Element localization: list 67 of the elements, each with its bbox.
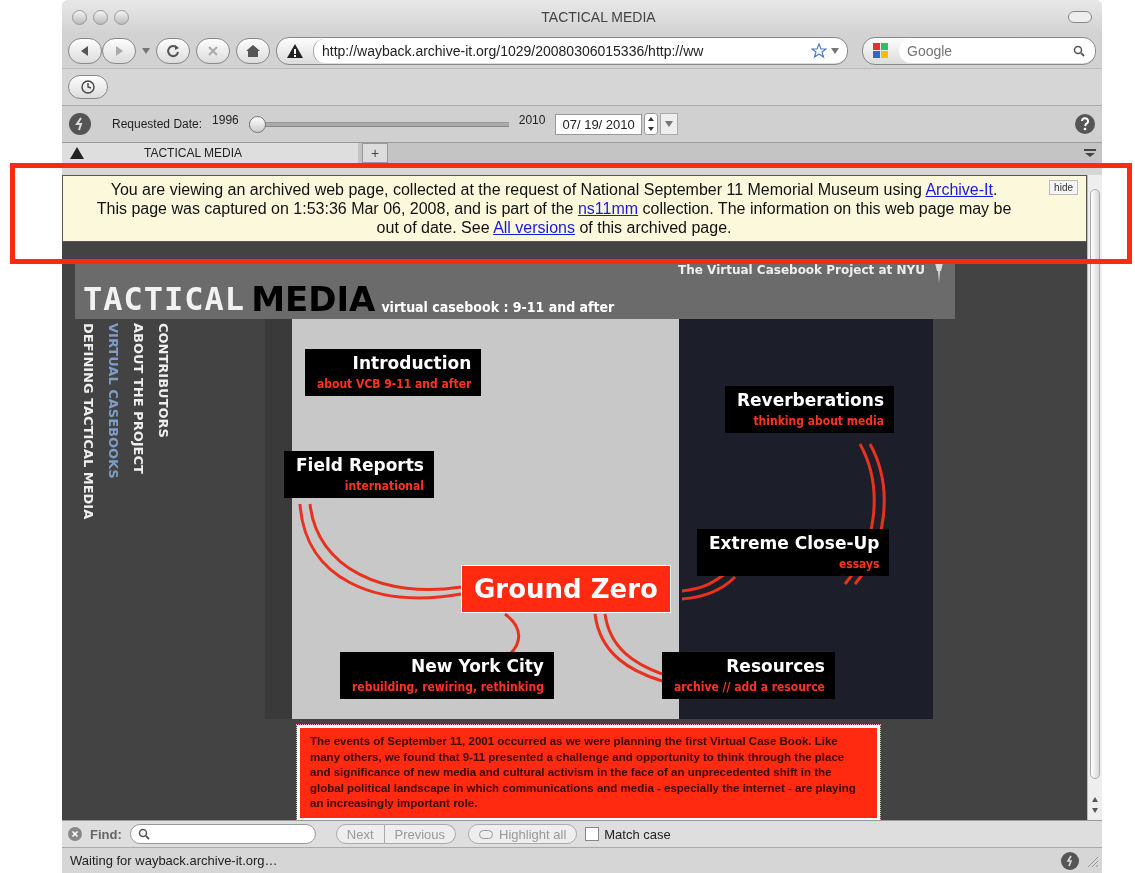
section-link[interactable]: Reverberations thinking about media xyxy=(725,386,895,433)
vertical-scrollbar[interactable] xyxy=(1087,175,1102,820)
section-link[interactable]: Field Reports international xyxy=(284,451,434,498)
match-case-label: Match case xyxy=(604,826,671,842)
history-button[interactable] xyxy=(68,75,108,99)
back-button[interactable] xyxy=(68,38,102,64)
intro-text: The events of September 11, 2001 occurred as we were planning the first Virtual Case Book. Like many others, we found that 9-11 presented a challenge and opportunity to think through the place and significance of new media and cultural activism in the face of an unprecedented shift in the global political landscape in which communications and media - especially the internet - are playing an increasingly important role. xyxy=(310,734,857,811)
date-label: Requested Date: xyxy=(112,117,203,131)
search-icon xyxy=(137,828,150,840)
stop-button[interactable] xyxy=(196,38,230,64)
dropdown-caret-icon xyxy=(664,121,673,127)
notice-link[interactable]: All versions xyxy=(493,219,575,236)
warning-icon xyxy=(70,147,84,159)
section-link[interactable]: New York City rebuilding, rewiring, rethinking xyxy=(340,652,554,699)
logo-text: TACTICAL xyxy=(83,281,246,317)
notice-link[interactable]: Archive-It xyxy=(925,181,993,198)
match-case-checkbox[interactable] xyxy=(585,827,600,841)
tab-list-icon xyxy=(1084,149,1096,157)
window-title: TACTICAL MEDIA xyxy=(540,9,657,25)
browser-tab[interactable]: TACTICAL MEDIA xyxy=(62,143,358,163)
section-link[interactable]: Introduction about VCB 9-11 and after xyxy=(305,349,482,396)
hide-button[interactable]: hide xyxy=(1049,180,1078,195)
notice-link[interactable]: ns11mm xyxy=(577,200,639,217)
end-year-label: 2010 xyxy=(518,113,546,127)
star-icon xyxy=(811,43,827,59)
new-tab-button[interactable]: + xyxy=(362,143,388,163)
slider-thumb[interactable] xyxy=(248,115,266,133)
address-field[interactable]: http://wayback.archive-it.org/1029/20080306015336/http://ww xyxy=(313,39,847,63)
reload-icon xyxy=(166,44,180,58)
section-link[interactable]: Extreme Close-Up essays xyxy=(697,529,890,576)
clock-icon xyxy=(81,80,95,94)
dropdown-caret-icon xyxy=(142,48,150,54)
section-link[interactable]: Resources archive // add a resource xyxy=(662,652,835,699)
project-title: The Virtual Casebook Project at NYU xyxy=(678,263,925,277)
resize-grip-icon xyxy=(1086,854,1098,867)
home-button[interactable] xyxy=(236,38,270,64)
nav-link[interactable]: DEFINING TACTICAL MEDIA xyxy=(81,323,96,520)
nav-link[interactable]: ABOUT THE PROJECT xyxy=(131,323,146,474)
status-text: Waiting for wayback.archive-it.org… xyxy=(70,853,278,868)
warning-icon xyxy=(287,44,303,58)
forward-button[interactable] xyxy=(102,38,136,64)
forward-icon xyxy=(113,45,125,57)
date-field[interactable]: 07/ 19/ 2010 xyxy=(555,113,642,135)
help-icon xyxy=(1074,113,1096,135)
find-label: Find: xyxy=(90,826,122,842)
back-icon xyxy=(79,45,91,57)
scrollbar-thumb[interactable] xyxy=(1090,189,1100,779)
logo-text: MEDIA xyxy=(251,281,376,317)
stepper-icon xyxy=(643,113,658,135)
close-icon xyxy=(68,827,82,841)
section-link[interactable]: Ground Zero xyxy=(461,565,671,613)
archive-notice-text: You are viewing an archived web page, collected at the request of National September 11 Memorial Museum using Archive-It. This page was captured on 1:53:36 Mar 06, 2008, and is part of the ns11mm collection. The information on this web page may be out of date. See All versions of this archived page. xyxy=(95,180,1013,237)
home-icon xyxy=(246,45,260,57)
nav-link[interactable]: CONTRIBUTORS xyxy=(156,323,171,438)
reload-button[interactable] xyxy=(156,38,190,64)
nav-link[interactable]: VIRTUAL CASEBOOKS xyxy=(106,323,121,479)
url-text: http://wayback.archive-it.org/1029/20080306015336/http://ww xyxy=(322,43,705,59)
window-control-button[interactable] xyxy=(114,9,129,25)
close-icon xyxy=(207,45,219,57)
start-year-label: 1996 xyxy=(212,113,239,127)
window-control-button[interactable] xyxy=(93,9,108,25)
find-field[interactable] xyxy=(129,824,316,844)
dropdown-button[interactable] xyxy=(659,113,678,135)
toolbar-toggle-button[interactable] xyxy=(1068,11,1092,23)
dropdown-caret-icon xyxy=(831,48,839,54)
site-tagline: virtual casebook : 9-11 and after xyxy=(381,299,615,317)
window-control-button[interactable] xyxy=(72,9,87,25)
